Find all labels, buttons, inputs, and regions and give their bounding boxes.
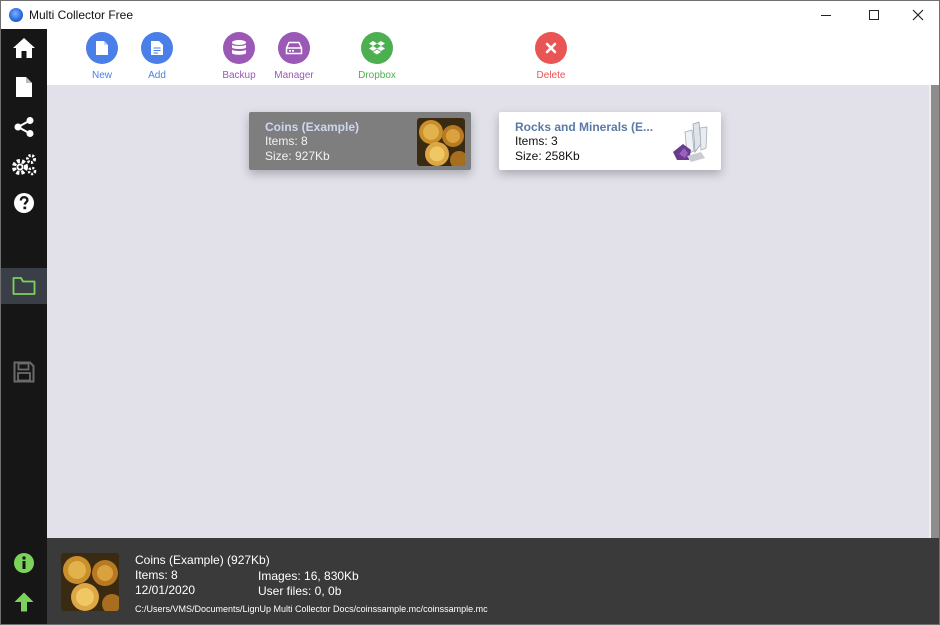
vertical-scrollbar[interactable] [929,85,939,538]
delete-icon [535,32,567,64]
sidebar-item-collections[interactable] [1,268,47,304]
collections-area: Coins (Example) Items: 8 Size: 927Kb Roc… [47,85,929,538]
delete-button[interactable]: Delete [521,32,581,84]
collection-size: Size: 258Kb [515,149,580,163]
minimize-button[interactable] [803,1,849,29]
info-date: 12/01/2020 [135,583,196,597]
folder-icon [12,277,36,295]
share-icon [14,117,34,137]
app-window: Multi Collector Free New Add Backup Mana… [0,0,940,625]
add-label: Add [148,70,166,81]
info-icon [14,553,34,573]
info-path: C:/Users/VMS/Documents/LignUp Multi Coll… [135,604,488,614]
info-user-files: User files: 0, 0b [258,584,342,598]
collection-card-rocks[interactable]: Rocks and Minerals (E... Items: 3 Size: … [499,112,721,170]
info-title: Coins (Example) (927Kb) [135,553,270,567]
app-icon [9,8,23,22]
sidebar [1,29,47,624]
manager-button[interactable]: Manager [264,32,324,84]
home-icon [13,38,35,58]
collection-title: Coins (Example) [265,120,360,134]
maximize-icon [869,10,879,20]
new-label: New [91,70,112,81]
new-icon [86,32,118,64]
arrow-up-icon [14,592,34,612]
minerals-thumbnail [667,118,715,166]
settings-icon [12,154,37,176]
close-button[interactable] [895,1,939,29]
info-panel: Coins (Example) (927Kb) Items: 8 12/01/2… [47,538,939,624]
collection-size: Size: 927Kb [265,149,330,163]
collection-card-coins[interactable]: Coins (Example) Items: 8 Size: 927Kb [249,112,471,170]
toolbar: New Add Backup Manager Dropbox Delete [47,29,939,85]
sidebar-item-home[interactable] [1,30,47,66]
minimize-icon [821,14,831,16]
sidebar-item-save[interactable] [1,354,47,390]
new-button[interactable]: New [72,32,132,84]
collection-items: Items: 3 [515,134,558,148]
document-icon [16,77,32,97]
collection-items: Items: 8 [265,134,308,148]
delete-label: Delete [536,70,566,81]
manager-label: Manager [274,70,314,81]
dropbox-icon [361,32,393,64]
sidebar-item-help[interactable] [1,185,47,221]
dropbox-button[interactable]: Dropbox [347,32,407,84]
backup-button[interactable]: Backup [209,32,269,84]
sidebar-item-share[interactable] [1,109,47,145]
add-icon [141,32,173,64]
sidebar-item-settings[interactable] [1,147,47,183]
scrollbar-thumb[interactable] [931,85,939,538]
info-images: Images: 16, 830Kb [258,569,359,583]
drive-icon [278,32,310,64]
info-items: Items: 8 [135,568,178,582]
backup-label: Backup [222,70,256,81]
save-icon [13,361,35,383]
selected-collection-thumbnail [61,553,119,611]
add-button[interactable]: Add [127,32,187,84]
close-icon [912,9,924,21]
title-bar: Multi Collector Free [1,1,939,29]
dropbox-label: Dropbox [358,70,396,81]
sidebar-item-info[interactable] [1,545,47,581]
sidebar-item-document[interactable] [1,69,47,105]
window-title: Multi Collector Free [29,8,134,22]
maximize-button[interactable] [851,1,897,29]
database-icon [223,32,255,64]
help-icon [14,193,34,213]
coins-thumbnail [417,118,465,166]
sidebar-item-upgrade[interactable] [1,584,47,620]
collection-title: Rocks and Minerals (E... [515,120,654,134]
